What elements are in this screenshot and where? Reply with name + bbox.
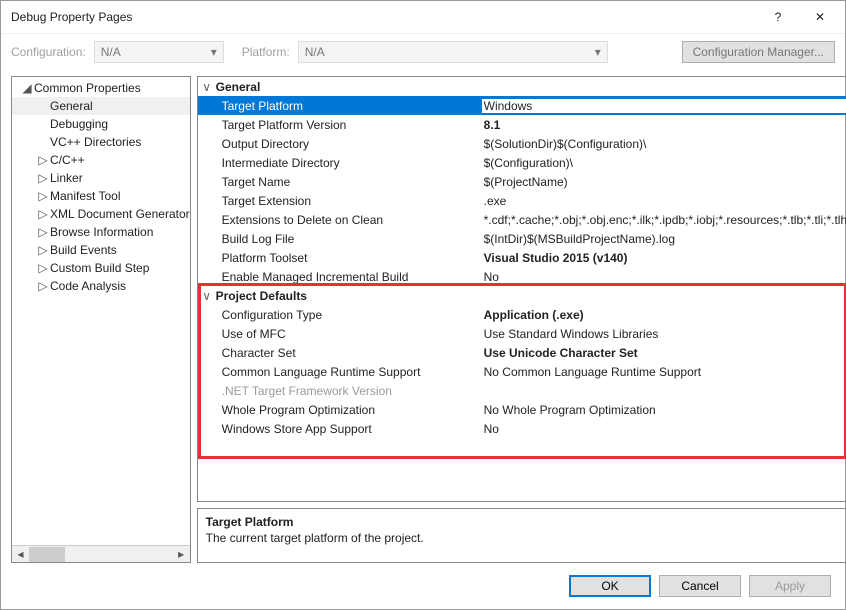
configuration-value: N/A xyxy=(101,45,121,59)
expand-icon[interactable]: ▷ xyxy=(36,225,50,239)
tree-item-ccpp[interactable]: ▷C/C++ xyxy=(12,151,190,169)
chevron-down-icon: ▾ xyxy=(595,45,601,59)
close-button[interactable]: ✕ xyxy=(799,3,841,31)
right-pane: ∨ General Target PlatformWindows Target … xyxy=(197,76,846,563)
scroll-right-icon[interactable]: ▸ xyxy=(173,546,190,563)
cancel-button[interactable]: Cancel xyxy=(659,575,741,597)
help-icon: ? xyxy=(775,10,782,24)
expand-icon[interactable]: ▷ xyxy=(36,207,50,221)
expand-icon[interactable]: ▷ xyxy=(36,243,50,257)
tree-item-manifest[interactable]: ▷Manifest Tool xyxy=(12,187,190,205)
collapse-icon[interactable]: ◢ xyxy=(20,81,34,95)
property-tree[interactable]: ◢ Common Properties General Debugging VC… xyxy=(12,77,190,545)
prop-build-log-file[interactable]: Build Log File$(IntDir)$(MSBuildProjectN… xyxy=(198,229,846,248)
expand-icon[interactable]: ▷ xyxy=(36,189,50,203)
prop-platform-toolset[interactable]: Platform ToolsetVisual Studio 2015 (v140… xyxy=(198,248,846,267)
prop-target-platform-version[interactable]: Target Platform Version8.1 xyxy=(198,115,846,134)
prop-character-set[interactable]: Character SetUse Unicode Character Set xyxy=(198,343,846,362)
tree-item-general[interactable]: General xyxy=(12,97,190,115)
tree-root[interactable]: ◢ Common Properties xyxy=(12,79,190,97)
config-toolbar: Configuration: N/A ▾ Platform: N/A ▾ Con… xyxy=(1,33,845,69)
tree-item-codeanalysis[interactable]: ▷Code Analysis xyxy=(12,277,190,295)
prop-intermediate-directory[interactable]: Intermediate Directory$(Configuration)\ xyxy=(198,153,846,172)
prop-whole-program-opt[interactable]: Whole Program OptimizationNo Whole Progr… xyxy=(198,400,846,419)
tree-pane: ◢ Common Properties General Debugging VC… xyxy=(11,76,191,563)
prop-configuration-type[interactable]: Configuration TypeApplication (.exe) xyxy=(198,305,846,324)
expand-icon[interactable]: ▷ xyxy=(36,261,50,275)
collapse-icon[interactable]: ∨ xyxy=(198,289,216,303)
title-bar: Debug Property Pages ? ✕ xyxy=(1,1,845,33)
configuration-label: Configuration: xyxy=(11,45,86,59)
prop-managed-incremental[interactable]: Enable Managed Incremental BuildNo xyxy=(198,267,846,286)
configuration-manager-button[interactable]: Configuration Manager... xyxy=(682,41,835,63)
scroll-thumb[interactable] xyxy=(29,547,65,562)
prop-store-app-support[interactable]: Windows Store App SupportNo xyxy=(198,419,846,438)
tree-item-vcdirs[interactable]: VC++ Directories xyxy=(12,133,190,151)
platform-combo: N/A ▾ xyxy=(298,41,608,63)
platform-value: N/A xyxy=(305,45,325,59)
expand-icon[interactable]: ▷ xyxy=(36,153,50,167)
tree-item-linker[interactable]: ▷Linker xyxy=(12,169,190,187)
tree-scrollbar[interactable]: ◂ ▸ xyxy=(12,545,190,562)
prop-output-directory[interactable]: Output Directory$(SolutionDir)$(Configur… xyxy=(198,134,846,153)
help-button[interactable]: ? xyxy=(757,3,799,31)
prop-use-of-mfc[interactable]: Use of MFCUse Standard Windows Libraries xyxy=(198,324,846,343)
prop-target-extension[interactable]: Target Extension.exe xyxy=(198,191,846,210)
tree-root-label: Common Properties xyxy=(34,81,141,95)
dialog-footer: OK Cancel Apply xyxy=(1,563,845,609)
chevron-down-icon: ▾ xyxy=(211,45,217,59)
tree-item-xmldoc[interactable]: ▷XML Document Generator xyxy=(12,205,190,223)
prop-target-platform[interactable]: Target PlatformWindows xyxy=(198,96,846,115)
description-title: Target Platform xyxy=(206,515,840,529)
collapse-icon[interactable]: ∨ xyxy=(198,80,216,94)
window-title: Debug Property Pages xyxy=(11,10,132,24)
prop-ext-delete-clean[interactable]: Extensions to Delete on Clean*.cdf;*.cac… xyxy=(198,210,846,229)
tree-item-custombuild[interactable]: ▷Custom Build Step xyxy=(12,259,190,277)
scroll-left-icon[interactable]: ◂ xyxy=(12,546,29,563)
category-general[interactable]: ∨ General xyxy=(198,77,846,96)
tree-item-buildevents[interactable]: ▷Build Events xyxy=(12,241,190,259)
expand-icon[interactable]: ▷ xyxy=(36,279,50,293)
close-icon: ✕ xyxy=(815,10,825,24)
configuration-combo: N/A ▾ xyxy=(94,41,224,63)
apply-button: Apply xyxy=(749,575,831,597)
prop-clr-support[interactable]: Common Language Runtime SupportNo Common… xyxy=(198,362,846,381)
description-panel: Target Platform The current target platf… xyxy=(197,508,846,563)
tree-item-debugging[interactable]: Debugging xyxy=(12,115,190,133)
property-grid[interactable]: ∨ General Target PlatformWindows Target … xyxy=(197,76,846,502)
ok-button[interactable]: OK xyxy=(569,575,651,597)
tree-item-browse[interactable]: ▷Browse Information xyxy=(12,223,190,241)
prop-net-framework: .NET Target Framework Version xyxy=(198,381,846,400)
expand-icon[interactable]: ▷ xyxy=(36,171,50,185)
description-text: The current target platform of the proje… xyxy=(206,531,840,545)
platform-label: Platform: xyxy=(242,45,290,59)
category-project-defaults[interactable]: ∨ Project Defaults xyxy=(198,286,846,305)
main-area: ◢ Common Properties General Debugging VC… xyxy=(11,76,835,563)
prop-target-name[interactable]: Target Name$(ProjectName) xyxy=(198,172,846,191)
